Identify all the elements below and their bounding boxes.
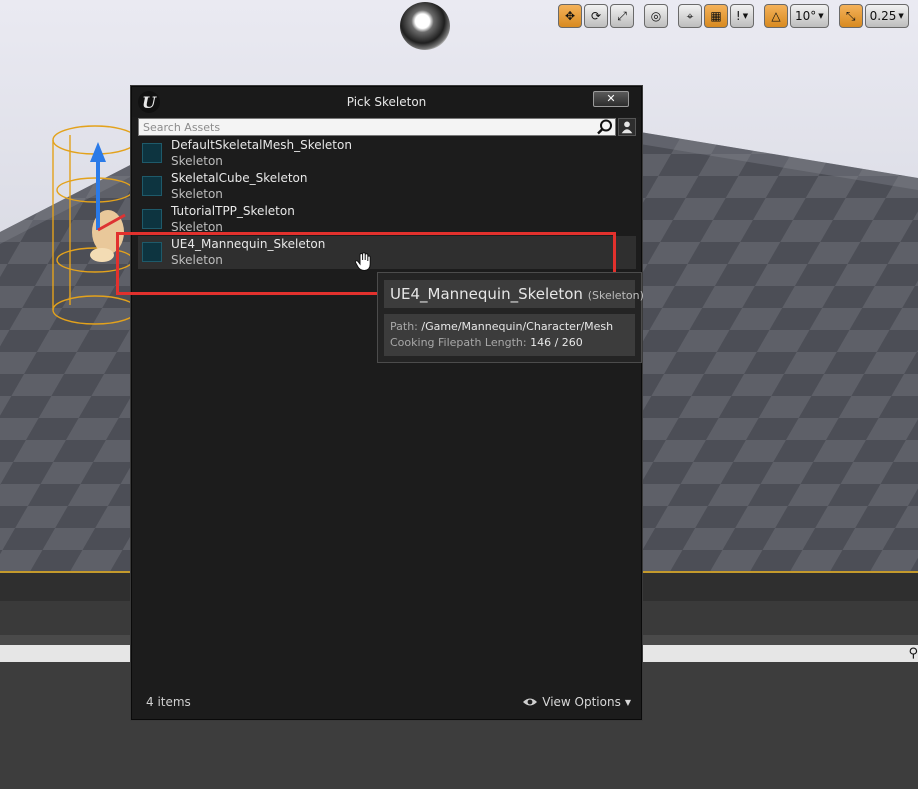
view-options-button[interactable]: View Options ▼ [522,695,631,709]
tooltip-cooking-row: Cooking Filepath Length: 146 / 260 [390,336,583,349]
path-label: Path: [390,320,418,333]
search-icon[interactable]: ⚲ [908,646,918,661]
tooltip-asset-name: UE4_Mannequin_Skeleton [390,285,583,303]
dialog-titlebar[interactable]: U Pick Skeleton ✕ [132,87,641,117]
world-local-icon[interactable]: ◎ [644,4,668,28]
tooltip-title: UE4_Mannequin_Skeleton (Skeleton) [390,285,644,303]
grid-snap-icon[interactable]: ▦ [704,4,728,28]
tooltip-header: UE4_Mannequin_Skeleton (Skeleton) [384,280,644,308]
tooltip-path-row: Path: /Game/Mannequin/Character/Mesh [390,320,613,333]
person-filter-icon[interactable] [618,118,636,136]
chevron-down-icon: ▼ [624,697,631,707]
scale-snap-value: 0.25 [869,9,897,23]
scale-snap-dropdown[interactable]: 0.25 ▼ [864,4,909,28]
surface-snap-icon[interactable]: ⌖ [678,4,702,28]
scale-mode-icon[interactable]: ⤢ [610,4,634,28]
grid-size-dropdown[interactable]: ! ▼ [730,4,754,28]
rotation-snap-dropdown[interactable]: 10° ▼ [790,4,829,28]
close-button[interactable]: ✕ [593,91,629,107]
view-options-label: View Options [542,695,621,709]
eye-icon [523,698,538,706]
cooking-length-label: Cooking Filepath Length: [390,336,527,349]
skeleton-asset-icon [142,209,162,229]
path-value: /Game/Mannequin/Character/Mesh [421,320,614,333]
asset-search-input[interactable] [138,118,616,136]
skeleton-asset-icon [142,143,162,163]
item-count: 4 items [146,695,191,709]
rotation-snap-value: 10° [795,9,817,23]
asset-tooltip: UE4_Mannequin_Skeleton (Skeleton) Path: … [377,272,644,363]
asset-name: DefaultSkeletalMesh_Skeleton [171,138,352,152]
asset-search-row [138,118,636,136]
translate-mode-icon[interactable]: ✥ [558,4,582,28]
tooltip-asset-type: (Skeleton) [587,289,644,302]
rotation-snap-icon[interactable]: △ [764,4,788,28]
viewport-toolbar: ✥ ⟳ ⤢ ◎ ⌖ ▦ !▼ △ 10°▼ ⤡ 0.25▼ ▰ 4 [558,4,918,30]
list-item[interactable]: DefaultSkeletalMesh_Skeleton Skeleton [138,137,636,170]
asset-type: Skeleton [171,187,223,201]
search-icon[interactable] [596,119,614,135]
cooking-length-value: 146 / 260 [530,336,583,349]
rotate-mode-icon[interactable]: ⟳ [584,4,608,28]
tooltip-body: Path: /Game/Mannequin/Character/Mesh Coo… [384,314,635,356]
hand-cursor-icon [354,252,371,272]
list-item[interactable]: SkeletalCube_Skeleton Skeleton [138,170,636,203]
dialog-title: Pick Skeleton [346,95,427,109]
sky-sphere-gizmo [400,2,450,50]
asset-name: TutorialTPP_Skeleton [171,204,295,218]
pick-skeleton-dialog: U Pick Skeleton ✕ DefaultSkeletalMesh_Sk… [131,86,642,720]
scale-snap-icon[interactable]: ⤡ [838,4,863,28]
asset-name: SkeletalCube_Skeleton [171,171,308,185]
asset-type: Skeleton [171,154,223,168]
skeleton-asset-icon [142,176,162,196]
